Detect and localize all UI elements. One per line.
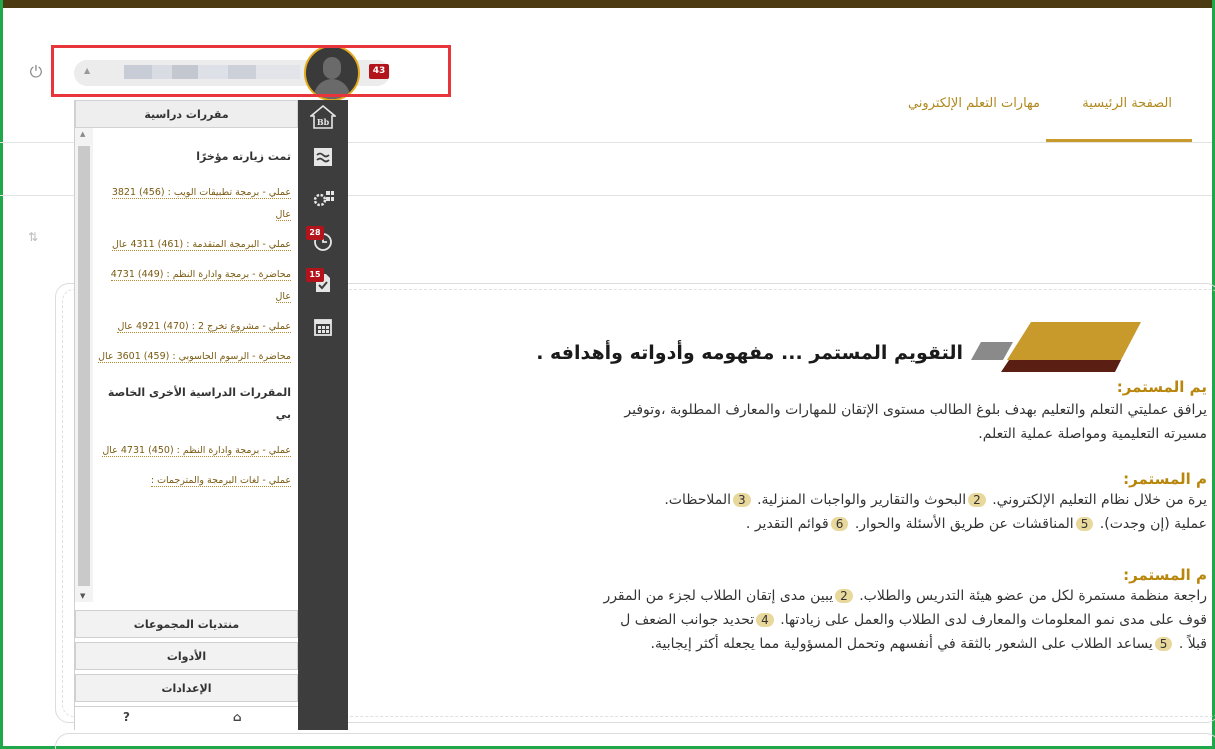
tab-home[interactable]: الصفحة الرئيسية (1082, 96, 1172, 111)
text-fragment: قوف على مدى نمو المعلومات والمعارف لدى ا… (780, 612, 1207, 628)
power-icon[interactable]: ⏻ (26, 62, 46, 82)
number-marker: 2 (835, 589, 853, 603)
section-heading: م المستمر: (1123, 566, 1207, 584)
text-fragment: تحديد جوانب الضعف ل (620, 612, 755, 628)
sort-arrows-icon[interactable]: ⇅ (28, 230, 38, 244)
title-ribbon-icon (971, 322, 1141, 372)
section-text: يرافق عمليتي التعلم والتعليم بهدف بلوغ ا… (624, 402, 1207, 418)
vertical-toolbar: Bb 28 15 (298, 100, 348, 730)
svg-text:Bb: Bb (317, 117, 330, 127)
course-link[interactable]: عملي - برمجة وادارة النظم : (450) 4731 ع… (102, 445, 291, 457)
home-icon[interactable]: ⌂ (233, 710, 242, 724)
list-item[interactable]: عملي - لغات البرمجة والمترجمات : (97, 470, 291, 492)
calendar-glyph (314, 319, 332, 336)
text-fragment: البحوث والتقارير والواجبات المنزلية. (757, 492, 967, 508)
drawer-section-settings[interactable]: الإعدادات (75, 674, 298, 702)
grades-icon[interactable] (308, 188, 338, 218)
next-content-card (55, 733, 1215, 749)
text-fragment: المناقشات عن طريق الأسئلة والحوار. (854, 516, 1074, 532)
text-fragment: يرة من خلال نظام التعليم الإلكتروني. (992, 492, 1207, 508)
article: التقويم المستمر ... مفهومه وأدواته وأهدا… (347, 322, 1207, 662)
list-item[interactable]: عملي - برمجة تطبيقات الويب : (456) 3821 … (97, 182, 291, 226)
tasks-count-badge: 15 (306, 268, 324, 282)
list-item[interactable]: عملي - برمجة وادارة النظم : (450) 4731 ع… (97, 440, 291, 462)
list-item[interactable]: محاضرة - برمجة وادارة النظم : (449) 4731… (97, 264, 291, 308)
stream-icon[interactable] (308, 146, 338, 176)
text-fragment: يساعد الطلاب على الشعور بالثقة في أنفسهم… (650, 636, 1153, 652)
scrollbar-thumb[interactable] (78, 146, 90, 586)
number-marker: 2 (968, 493, 986, 507)
course-drawer: مقررات دراسية ▲ ▼ تمت زيارته مؤخرًا عملي… (74, 100, 298, 730)
section-text: قوف على مدى نمو المعلومات والمعارف لدى ا… (620, 612, 1207, 628)
help-icon[interactable]: ? (123, 710, 130, 724)
section-text: قبلاً . 5يساعد الطلاب على الشعور بالثقة … (651, 636, 1207, 652)
text-fragment: يبين مدى إتقان الطلاب لجزء من المقرر (603, 588, 834, 604)
course-link[interactable]: محاضرة - برمجة وادارة النظم : (449) 4731… (110, 269, 291, 303)
bb-home-glyph: Bb (308, 104, 338, 129)
other-courses-title: المقررات الدراسية الأخرى الخاصة بي (107, 386, 291, 421)
tab-elearning-skills[interactable]: مهارات التعلم الإلكتروني (908, 96, 1040, 111)
number-marker: 3 (732, 493, 751, 507)
due-count-badge: 28 (306, 226, 324, 240)
annotation-highlight-box (51, 45, 451, 97)
drawer-section-group-forums[interactable]: منتديات المجموعات (75, 610, 298, 638)
section-text: راجعة منظمة مستمرة لكل من عضو هيئة التدر… (603, 588, 1207, 604)
section-text: مسيرته التعليمية ومواصلة عملية التعلم. (978, 426, 1207, 442)
recent-courses-title: تمت زيارته مؤخرًا (196, 150, 291, 163)
course-link[interactable]: عملي - برمجة تطبيقات الويب : (456) 3821 … (111, 187, 291, 221)
text-fragment: قوائم التقدير . (745, 516, 829, 532)
section-heading: م المستمر: (1123, 470, 1207, 488)
course-link[interactable]: محاضرة - الرسوم الحاسوبي : (459) 3601 عا… (98, 351, 291, 363)
course-link[interactable]: عملي - لغات البرمجة والمترجمات : (150, 475, 291, 487)
clock-icon[interactable]: 28 (306, 226, 338, 260)
scroll-up-icon[interactable]: ▲ (80, 130, 85, 138)
drawer-section-tools[interactable]: الأدوات (75, 642, 298, 670)
number-marker: 6 (830, 517, 849, 531)
grades-glyph (313, 191, 334, 207)
list-item[interactable]: عملي - البرمجة المتقدمة : (461) 4311 عال (97, 234, 291, 256)
section-heading: يم المستمر: (1116, 378, 1207, 396)
drawer-footer: ? ⌂ (75, 706, 298, 730)
text-fragment: الملاحظات. (664, 492, 731, 508)
course-link[interactable]: عملي - مشروع تخرج 2 : (470) 4921 عال (117, 321, 291, 333)
list-item[interactable]: محاضرة - الرسوم الحاسوبي : (459) 3601 عا… (97, 346, 291, 368)
text-fragment: قبلاً . (1178, 636, 1207, 652)
article-title: التقويم المستمر ... مفهومه وأدواته وأهدا… (536, 342, 963, 364)
text-fragment: عملية (إن وجدت). (1099, 516, 1207, 532)
tasks-icon[interactable]: 15 (306, 268, 338, 302)
drawer-scrollbar[interactable]: ▲ ▼ (75, 128, 93, 602)
number-marker: 4 (756, 613, 774, 627)
course-link[interactable]: عملي - البرمجة المتقدمة : (461) 4311 عال (111, 239, 291, 251)
scroll-down-icon[interactable]: ▼ (80, 592, 85, 600)
top-navigation: الصفحة الرئيسية مهارات التعلم الإلكتروني (860, 82, 1200, 142)
calendar-icon[interactable] (308, 316, 338, 346)
number-marker: 5 (1154, 637, 1173, 651)
list-item[interactable]: عملي - مشروع تخرج 2 : (470) 4921 عال (97, 316, 291, 338)
drawer-header-courses[interactable]: مقررات دراسية (75, 100, 298, 128)
stream-glyph (314, 148, 332, 166)
course-list: تمت زيارته مؤخرًا عملي - برمجة تطبيقات ا… (93, 128, 299, 598)
section-text: يرة من خلال نظام التعليم الإلكتروني. 2ال… (664, 492, 1207, 508)
section-text: عملية (إن وجدت). 5المناقشات عن طريق الأس… (746, 516, 1207, 532)
bb-home-icon[interactable]: Bb (308, 104, 338, 134)
text-fragment: راجعة منظمة مستمرة لكل من عضو هيئة التدر… (859, 588, 1207, 604)
number-marker: 5 (1075, 517, 1094, 531)
